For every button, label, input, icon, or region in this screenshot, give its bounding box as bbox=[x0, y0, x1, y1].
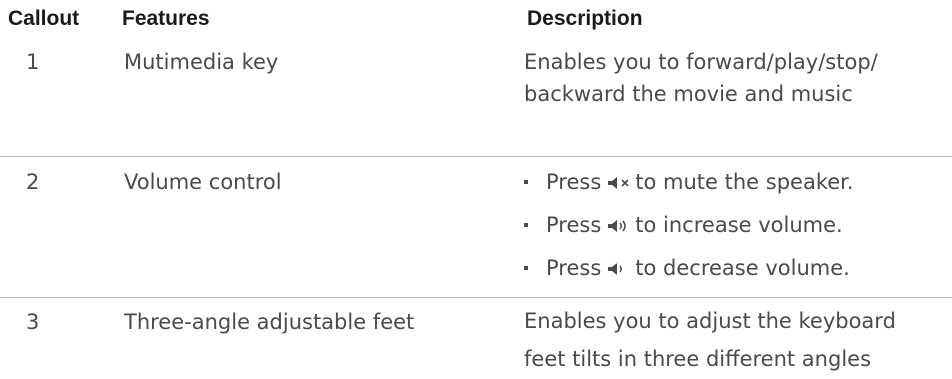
feature-description: Enables you to adjust the keyboard feet … bbox=[524, 309, 896, 371]
table-row: 2 Volume control Press to mute the speake… bbox=[0, 156, 952, 298]
bullet-trail-text: to mute the speaker. bbox=[635, 170, 854, 194]
bullet-text: Press to decrease volume. bbox=[546, 252, 850, 285]
bullet-marker bbox=[524, 180, 528, 184]
bullet-marker bbox=[524, 223, 528, 227]
callout-number: 2 bbox=[26, 170, 40, 194]
feature-table: Callout Features Description 1 Mutimedia… bbox=[0, 0, 952, 379]
bullet-trail-text: to decrease volume. bbox=[635, 256, 850, 280]
callout-number: 3 bbox=[26, 310, 40, 334]
bullet-lead-text: Press bbox=[546, 213, 602, 237]
speaker-mute-icon bbox=[607, 167, 631, 199]
feature-description: Enables you to forward/play/stop/ backwa… bbox=[524, 50, 878, 106]
bullet-lead-text: Press bbox=[546, 256, 602, 280]
bullet-trail-text: to increase volume. bbox=[635, 213, 843, 237]
table-header: Callout Features Description bbox=[0, 0, 952, 38]
volume-bullet-list: Press to mute the speaker. Press to increa… bbox=[524, 166, 944, 295]
feature-name: Mutimedia key bbox=[124, 50, 279, 74]
bullet-item: Press to increase volume. bbox=[524, 209, 944, 252]
feature-description: Press to mute the speaker. Press to increa… bbox=[524, 166, 944, 295]
bullet-text: Press to mute the speaker. bbox=[546, 166, 854, 199]
callout-number: 1 bbox=[26, 50, 40, 74]
header-description: Description bbox=[527, 7, 643, 30]
bullet-item: Press to decrease volume. bbox=[524, 252, 944, 295]
bullet-item: Press to mute the speaker. bbox=[524, 166, 944, 209]
table-row: 1 Mutimedia key Enables you to forward/p… bbox=[0, 38, 952, 157]
speaker-volume-up-icon bbox=[607, 210, 631, 242]
header-features: Features bbox=[122, 7, 210, 30]
speaker-volume-down-icon bbox=[607, 253, 631, 285]
feature-name: Volume control bbox=[124, 170, 282, 194]
header-callout: Callout bbox=[8, 7, 80, 30]
table-row: 3 Three-angle adjustable feet Enables yo… bbox=[0, 298, 952, 379]
bullet-text: Press to increase volume. bbox=[546, 209, 843, 242]
bullet-marker bbox=[524, 266, 528, 270]
feature-name: Three-angle adjustable feet bbox=[124, 310, 415, 334]
bullet-lead-text: Press bbox=[546, 170, 602, 194]
